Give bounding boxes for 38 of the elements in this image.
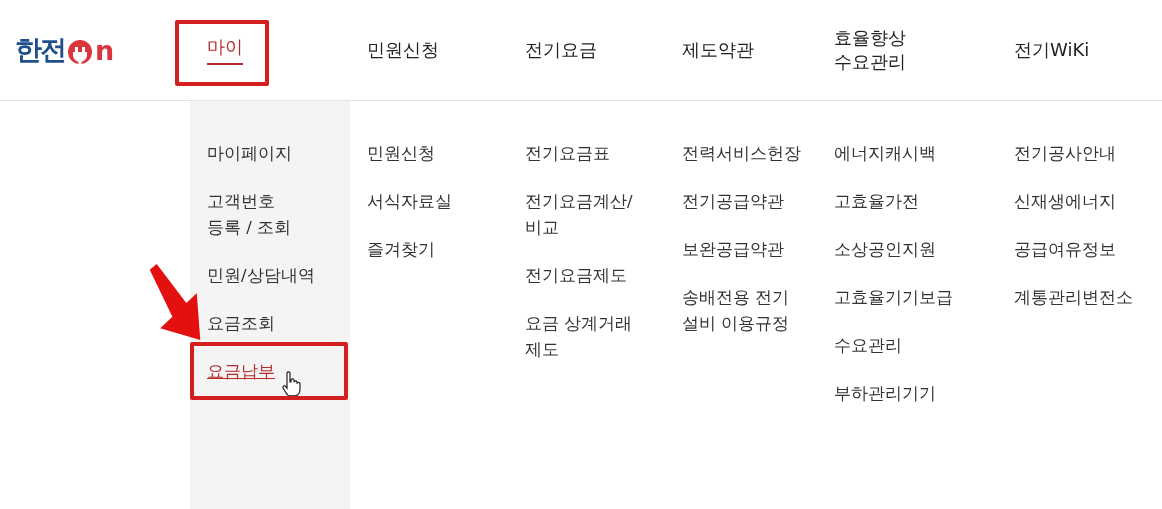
menu-link[interactable]: 고객번호 등록 / 조회 [207, 189, 292, 241]
nav-tab[interactable]: 마이 [207, 35, 243, 65]
hand-cursor-icon [281, 371, 301, 397]
menu-link[interactable]: 요금 상계거래 제도 [525, 311, 633, 363]
nav-tab[interactable]: 민원신청 [367, 38, 439, 62]
plug-icon [66, 38, 94, 66]
menu-link[interactable]: 송배전용 전기 설비 이용규정 [682, 285, 790, 337]
menu-link[interactable]: 전력서비스헌장 [682, 141, 801, 167]
menu-link[interactable]: 요금조회 [207, 311, 275, 337]
menu-link[interactable]: 전기요금제도 [525, 263, 627, 289]
menu-link[interactable]: 마이페이지 [207, 141, 292, 167]
menu-link[interactable]: 민원신청 [367, 141, 435, 167]
menu-link[interactable]: 계통관리변전소 [1014, 285, 1133, 311]
menu-link[interactable]: 즐겨찾기 [367, 237, 435, 263]
arrow-icon [148, 262, 202, 342]
menu-link[interactable]: 요금납부 [207, 359, 275, 385]
menu-link[interactable]: 수요관리 [834, 333, 902, 359]
menu-link[interactable]: 신재생에너지 [1014, 189, 1116, 215]
menu-link[interactable]: 소상공인지원 [834, 237, 936, 263]
menu-link[interactable]: 민원/상담내역 [207, 263, 315, 289]
menu-link[interactable]: 에너지캐시백 [834, 141, 936, 167]
logo-text: n [95, 34, 113, 66]
menu-link[interactable]: 전기공급약관 [682, 189, 784, 215]
menu-link[interactable]: 보완공급약관 [682, 237, 784, 263]
logo-text: 한전 [15, 33, 65, 67]
menu-link[interactable]: 부하관리기기 [834, 381, 936, 407]
menu-link[interactable]: 서식자료실 [367, 189, 452, 215]
nav-tab[interactable]: 전기WiKi [1014, 38, 1090, 62]
menu-link[interactable]: 고효율가전 [834, 189, 919, 215]
menu-link[interactable]: 공급여유정보 [1014, 237, 1116, 263]
menu-link[interactable]: 전기공사안내 [1014, 141, 1116, 167]
menu-link[interactable]: 전기요금계산/ 비교 [525, 189, 633, 241]
nav-tab[interactable]: 제도약관 [682, 38, 754, 62]
nav-tab[interactable]: 전기요금 [525, 38, 597, 62]
nav-tab[interactable]: 효율향상 수요관리 [834, 26, 906, 74]
logo[interactable]: 한전 n [0, 32, 190, 68]
menu-link[interactable]: 전기요금표 [525, 141, 610, 167]
menu-link[interactable]: 고효율기기보급 [834, 285, 953, 311]
